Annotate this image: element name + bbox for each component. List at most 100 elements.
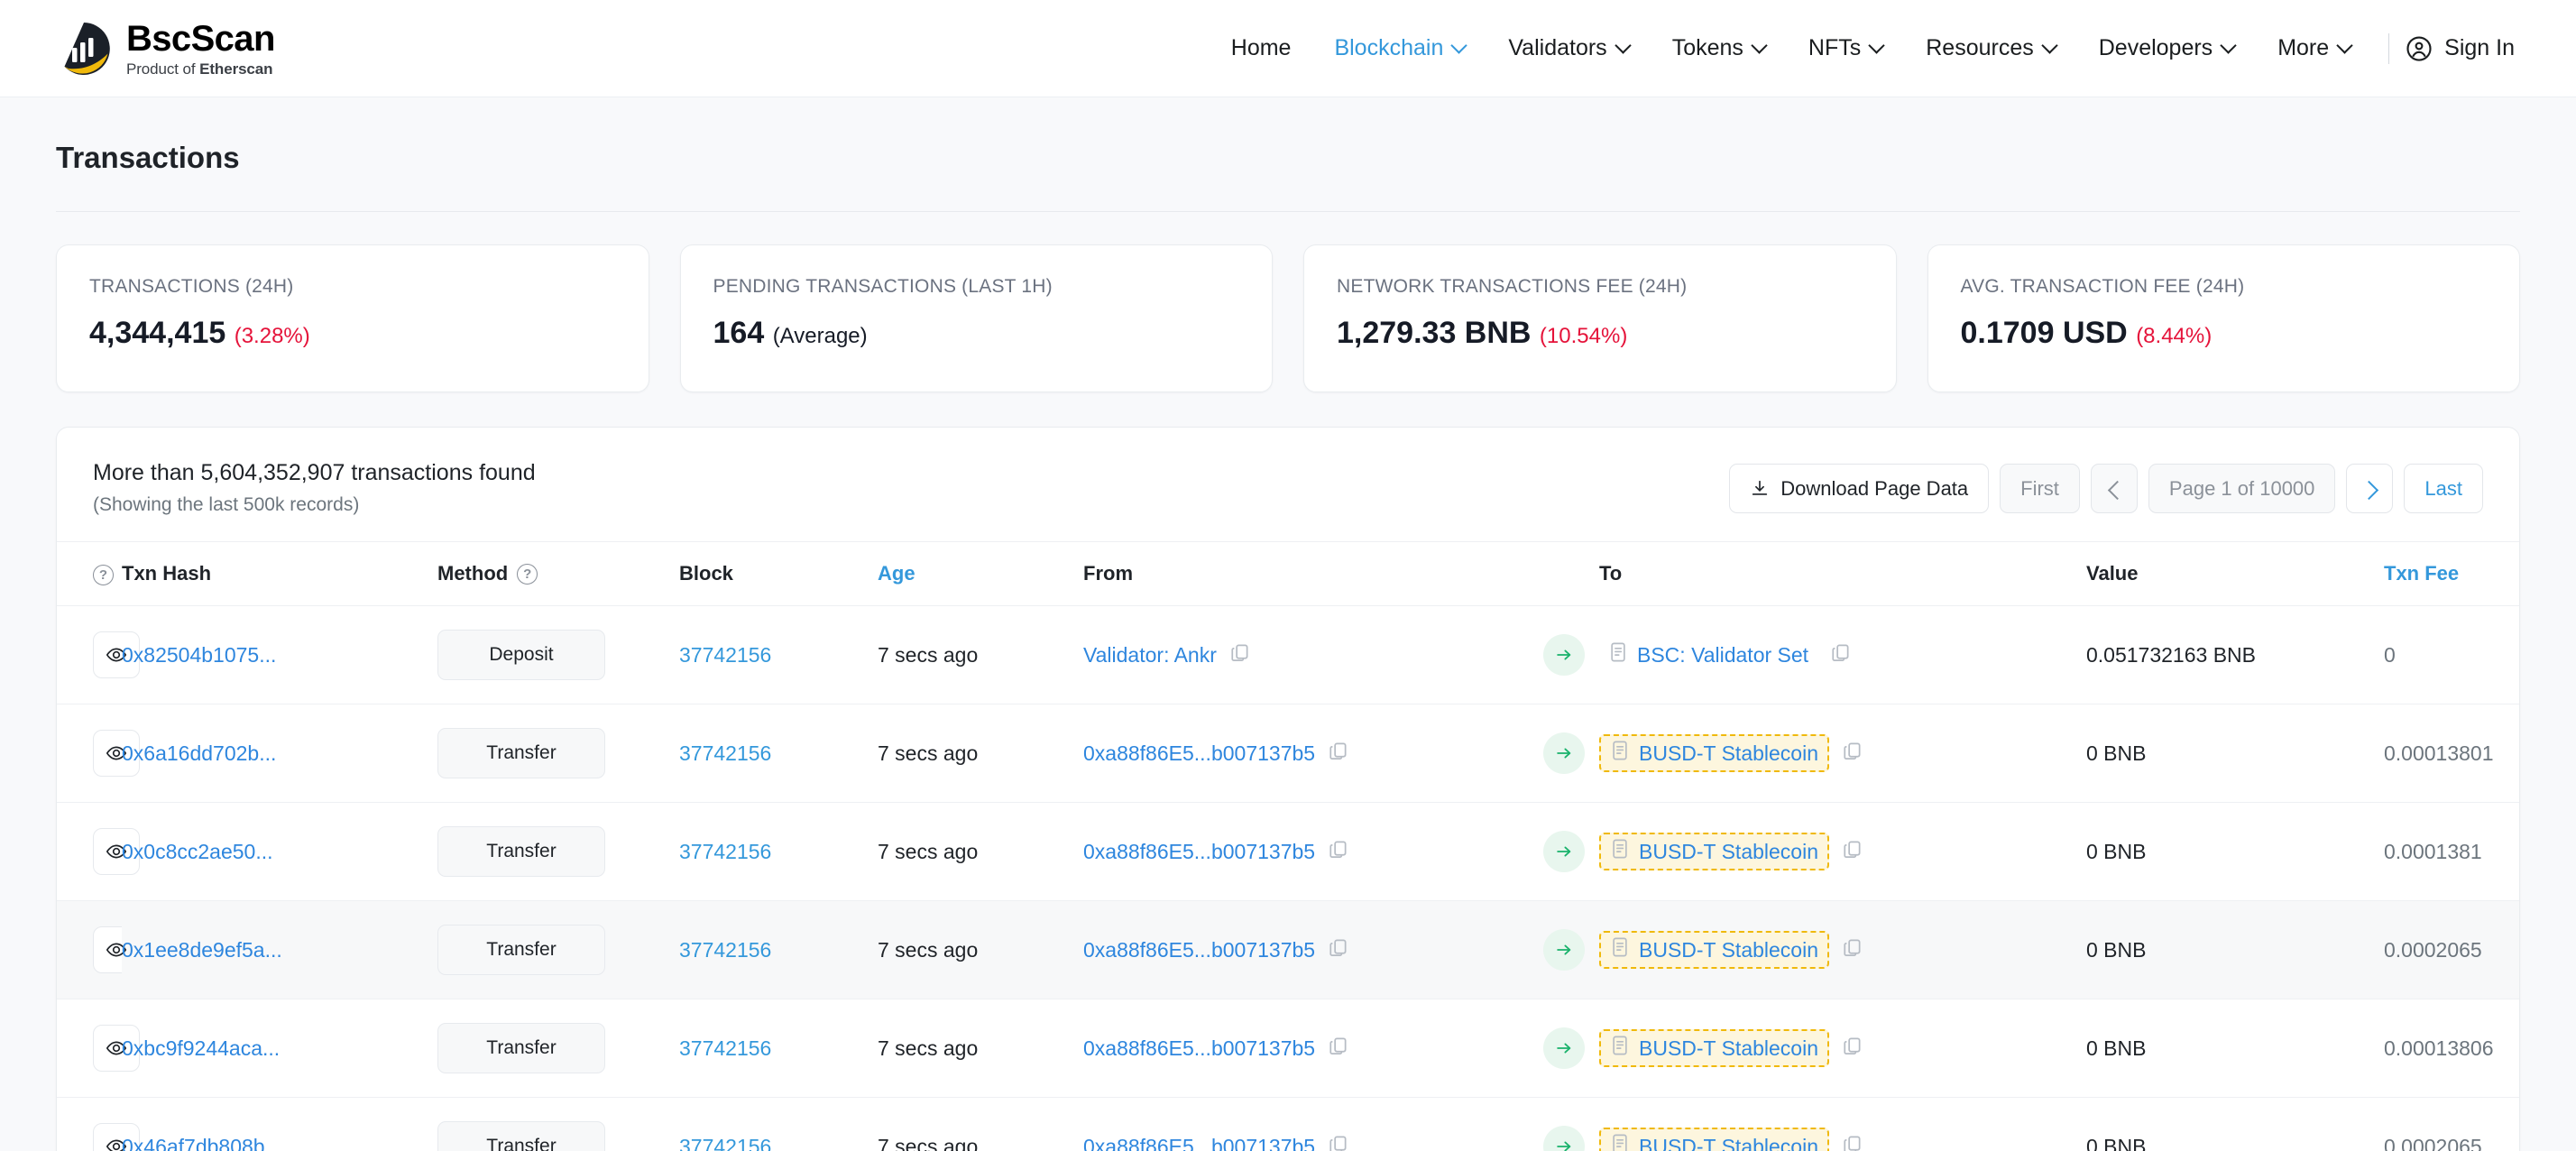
contract-icon [1610, 936, 1630, 963]
page-title: Transactions [56, 141, 240, 174]
block-link[interactable]: 37742156 [679, 840, 771, 863]
column-header-block[interactable]: Block [679, 541, 878, 606]
copy-icon[interactable] [1229, 642, 1250, 668]
download-page-data-button[interactable]: Download Page Data [1729, 464, 1990, 513]
pagination-first-button[interactable]: First [2000, 464, 2080, 513]
to-address-link[interactable]: BUSD-T Stablecoin [1639, 1135, 1818, 1151]
brand-logo[interactable]: BscScan Product of Etherscan [56, 21, 275, 77]
txn-hash-link[interactable]: 0xbc9f9244aca... [122, 1036, 280, 1060]
age-text: 7 secs ago [878, 839, 979, 863]
help-icon[interactable]: ? [93, 564, 114, 585]
from-address-wrap: Validator: Ankr [1083, 642, 1543, 668]
block-link[interactable]: 37742156 [679, 741, 771, 765]
copy-icon[interactable] [1328, 1036, 1348, 1062]
table-row[interactable]: 0xbc9f9244aca... Transfer 37742156 7 sec… [57, 999, 2519, 1098]
nav-item-more[interactable]: More [2256, 35, 2372, 61]
to-address-link[interactable]: BSC: Validator Set [1637, 643, 1808, 668]
column-header-age[interactable]: Age [878, 541, 1083, 606]
brand-tagline: Product of Etherscan [126, 61, 275, 77]
to-address-link[interactable]: BUSD-T Stablecoin [1639, 840, 1818, 864]
nav-item-blockchain[interactable]: Blockchain [1312, 35, 1486, 61]
chevron-down-icon [1617, 40, 1629, 51]
txn-fee-text: 0.00013806 [2384, 1036, 2494, 1060]
cell-age: 7 secs ago [878, 900, 1083, 999]
pagination-last-button[interactable]: Last [2404, 464, 2483, 513]
copy-icon[interactable] [1328, 839, 1348, 865]
txn-hash-link[interactable]: 0x0c8cc2ae50... [122, 840, 273, 863]
nav-item-nfts[interactable]: NFTs [1787, 35, 1904, 61]
nav-item-home[interactable]: Home [1210, 35, 1313, 61]
to-address-link[interactable]: BUSD-T Stablecoin [1639, 1036, 1818, 1061]
copy-icon[interactable] [1842, 1036, 1863, 1062]
to-address-chip[interactable]: BSC: Validator Set [1599, 638, 1817, 672]
to-address-link[interactable]: BUSD-T Stablecoin [1639, 938, 1818, 962]
contract-icon [1610, 838, 1630, 865]
cell-txn-hash: 0x0c8cc2ae50... [122, 802, 437, 901]
copy-icon[interactable] [1328, 937, 1348, 963]
from-address-link[interactable]: 0xa88f86E5...b007137b5 [1083, 1135, 1315, 1151]
block-link[interactable]: 37742156 [679, 938, 771, 962]
column-header-value[interactable]: Value [2086, 541, 2384, 606]
column-header-method[interactable]: Method ? [437, 541, 679, 606]
pagination-page-indicator: Page 1 of 10000 [2148, 464, 2336, 513]
copy-icon[interactable] [1842, 937, 1863, 963]
nav-item-label: Resources [1926, 35, 2034, 60]
from-address-link[interactable]: Validator: Ankr [1083, 643, 1217, 668]
transactions-found-text: More than 5,604,352,907 transactions fou… [93, 460, 536, 485]
from-address-link[interactable]: 0xa88f86E5...b007137b5 [1083, 1036, 1315, 1061]
to-address-wrap: BUSD-T Stablecoin [1599, 734, 2086, 772]
txn-hash-link[interactable]: 0x46af7db808b... [122, 1135, 282, 1151]
to-address-chip[interactable]: BUSD-T Stablecoin [1599, 1128, 1829, 1151]
pagination-prev-button[interactable] [2090, 464, 2138, 513]
from-address-link[interactable]: 0xa88f86E5...b007137b5 [1083, 938, 1315, 962]
cell-value: 0 BNB [2086, 1097, 2384, 1151]
copy-icon[interactable] [1842, 1134, 1863, 1151]
cell-value: 0 BNB [2086, 802, 2384, 901]
pagination-next-button[interactable] [2346, 464, 2394, 513]
to-address-chip[interactable]: BUSD-T Stablecoin [1599, 734, 1829, 772]
from-address-link[interactable]: 0xa88f86E5...b007137b5 [1083, 741, 1315, 766]
table-row[interactable]: 0x6a16dd702b... Transfer 37742156 7 secs… [57, 704, 2519, 803]
cell-age: 7 secs ago [878, 999, 1083, 1098]
table-row[interactable]: 0x46af7db808b... Transfer 37742156 7 sec… [57, 1097, 2519, 1151]
to-address-link[interactable]: BUSD-T Stablecoin [1639, 741, 1818, 766]
cell-txn-fee: 0.0002065 [2384, 900, 2519, 999]
stat-value: 164 [713, 316, 765, 350]
method-badge: Transfer [437, 826, 605, 877]
column-header-label: Txn Hash [122, 562, 212, 585]
copy-icon[interactable] [1328, 1134, 1348, 1151]
cell-txn-fee: 0.0001381 [2384, 802, 2519, 901]
block-link[interactable]: 37742156 [679, 1135, 771, 1151]
txn-hash-link[interactable]: 0x1ee8de9ef5a... [122, 938, 282, 962]
nav-item-validators[interactable]: Validators [1486, 35, 1650, 61]
to-address-chip[interactable]: BUSD-T Stablecoin [1599, 833, 1829, 870]
nav-item-label: Blockchain [1334, 35, 1444, 60]
txn-hash-link[interactable]: 0x82504b1075... [122, 643, 276, 667]
table-row[interactable]: 0x82504b1075... Deposit 37742156 7 secs … [57, 605, 2519, 704]
nav-item-developers[interactable]: Developers [2077, 35, 2256, 61]
block-link[interactable]: 37742156 [679, 643, 771, 667]
column-header-txn-hash[interactable]: Txn Hash [122, 541, 437, 606]
table-row[interactable]: 0x0c8cc2ae50... Transfer 37742156 7 secs… [57, 802, 2519, 901]
from-address-link[interactable]: 0xa88f86E5...b007137b5 [1083, 840, 1315, 864]
block-link[interactable]: 37742156 [679, 1036, 771, 1060]
arrow-right-icon [1543, 732, 1585, 774]
to-address-chip[interactable]: BUSD-T Stablecoin [1599, 931, 1829, 969]
nav-item-resources[interactable]: Resources [1904, 35, 2077, 61]
copy-icon[interactable] [1842, 839, 1863, 865]
sign-in-button[interactable]: Sign In [2406, 35, 2520, 62]
table-head: ? Txn Hash Method ? Block Age From To Va… [57, 541, 2519, 606]
cell-txn-hash: 0xbc9f9244aca... [122, 999, 437, 1098]
copy-icon[interactable] [1328, 741, 1348, 767]
panel-header: More than 5,604,352,907 transactions fou… [57, 428, 2519, 541]
copy-icon[interactable] [1830, 642, 1851, 668]
column-header-txn-fee[interactable]: Txn Fee [2384, 541, 2519, 606]
copy-icon[interactable] [1842, 741, 1863, 767]
column-header-to[interactable]: To [1599, 541, 2086, 606]
nav-item-tokens[interactable]: Tokens [1651, 35, 1787, 61]
column-header-from[interactable]: From [1083, 541, 1543, 606]
help-icon[interactable]: ? [517, 563, 538, 585]
txn-hash-link[interactable]: 0x6a16dd702b... [122, 741, 276, 765]
table-row[interactable]: 0x1ee8de9ef5a... Transfer 37742156 7 sec… [57, 900, 2519, 999]
to-address-chip[interactable]: BUSD-T Stablecoin [1599, 1029, 1829, 1067]
